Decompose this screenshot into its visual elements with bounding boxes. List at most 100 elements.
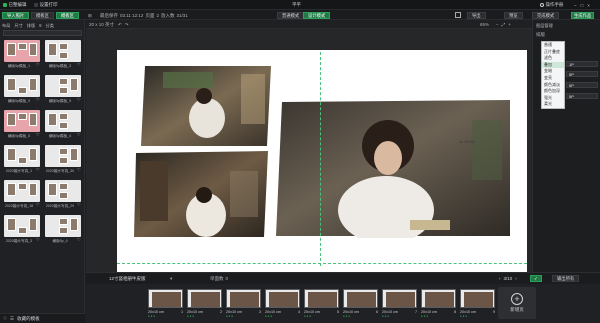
template-label: 横版5p模板_1 [7,63,31,68]
photo-right-page[interactable] [276,100,512,238]
template-thumb[interactable]: 横版5p模板_1 ♡ [4,40,40,69]
zoom-out-icon[interactable]: − [496,22,499,27]
favorite-heart-icon[interactable]: ♡ [77,238,81,242]
layer-item-1[interactable]: 1P [566,61,598,67]
minimize-icon[interactable]: – [574,3,577,8]
page-thumb[interactable]: 20x10 cm 6 ● ● ● [343,289,378,319]
maximize-icon[interactable]: □ [581,3,584,8]
add-page-button[interactable]: + 新增页 [498,287,536,319]
template-photo-slot [70,218,78,231]
template-thumb[interactable]: 横版5p_4 ♡ [45,215,81,244]
favorite-heart-icon[interactable]: ♡ [77,203,81,207]
blend-mode-option[interactable]: 变亮 [542,75,564,82]
favorite-heart-icon[interactable]: ♡ [36,203,40,207]
template-thumb[interactable]: 2020婚纱写真_29 ♡ [45,180,81,209]
book-type-label[interactable]: 12寸竖相册牛皮版 [109,276,146,282]
complete-button[interactable]: ✓ [530,275,542,282]
normal-mode-button[interactable]: 普通模式 [277,11,305,19]
page-thumb[interactable]: 20x10 cm 8 ● ● ● [421,289,456,319]
template-thumb[interactable]: 2020婚纱写真_18 ♡ [4,180,40,209]
template-thumb[interactable]: 2020婚纱写真_30 ♡ [45,145,81,174]
manual-link[interactable]: 操作手册 [540,2,564,8]
favorite-heart-icon[interactable]: ♡ [77,168,81,172]
tab-layout[interactable]: 布局 [2,23,10,29]
favorite-heart-icon[interactable]: ♡ [77,98,81,102]
redo-icon[interactable]: ↷ [125,22,129,28]
undo-icon[interactable]: ↶ [118,22,122,28]
template-filter-tabs: 布局 尺寸 排版 9 分类 [2,23,54,29]
favorite-heart-icon[interactable]: ♡ [36,98,40,102]
photo-bottom-left[interactable] [134,151,270,239]
tab-category[interactable]: 分类 [46,23,54,29]
template-preview [4,145,40,167]
page-thumb[interactable]: 20x10 cm 2 ● ● ● [187,289,222,319]
template-thumb[interactable]: 2020婚纱写真_1 ♡ [4,145,40,174]
close-icon[interactable]: × [587,3,590,8]
heart-icon[interactable]: ♡ [3,316,7,322]
page-thumb[interactable]: 20x10 cm 7 ● ● ● [382,289,417,319]
dropdown-icon[interactable]: ▾ [170,276,172,282]
template-thumb[interactable]: 横版5p模板_5 ♡ [4,110,40,139]
page-thumb[interactable]: 20x10 cm 5 ● ● ● [304,289,339,319]
prev-page-icon[interactable]: ‹ [499,276,501,281]
page-size: 20x10 cm [187,309,203,314]
smart-button[interactable]: 模板区 [31,11,54,19]
template-tab-button[interactable]: 模板区 [56,11,79,19]
page-thumb[interactable]: 20x10 cm 3 ● ● ● [226,289,261,319]
fit-icon[interactable]: ⤢ [502,22,506,27]
blend-mode-option[interactable]: 变暗 [542,68,564,75]
output-all-button[interactable]: 输出所有 [552,275,580,282]
complete-mode-button[interactable]: 完成模式 [532,11,560,19]
layer-item-2[interactable]: 5P [566,71,598,77]
page-thumb[interactable]: 20x10 cm 4 ● ● ● [265,289,300,319]
list-icon[interactable]: ☰ [10,316,14,322]
design-canvas-area[interactable]: 20 x 10 英寸 ↶ ↷ 65% − ⤢ + an old life [86,20,532,272]
template-search-input[interactable] [3,30,82,36]
zoom-level[interactable]: 65% [480,22,489,27]
page-photo-slot [210,292,220,307]
preview-button[interactable]: 预览 [504,11,523,19]
template-thumb[interactable]: 横版5p模板_3 ♡ [45,40,81,69]
template-thumb[interactable]: 横版5p模板_4 ♡ [45,110,81,139]
publish-button[interactable]: 生成作品 [571,11,595,19]
blend-mode-option[interactable]: 柔光 [542,101,564,108]
menu-edit[interactable]: 已整编辑 [3,2,27,8]
next-page-icon[interactable]: › [515,276,517,281]
template-photo-slot [7,218,16,231]
grid-icon[interactable]: ⊞ [88,13,92,19]
favorite-heart-icon[interactable]: ♡ [36,238,40,242]
layer-item-4[interactable]: 5P [566,93,598,99]
design-mode-button[interactable]: 设计模式 [303,11,331,19]
favorite-heart-icon[interactable]: ♡ [36,63,40,67]
fullscreen-icon[interactable] [455,12,461,18]
favorite-heart-icon[interactable]: ♡ [77,133,81,137]
zoom-in-icon[interactable]: + [508,22,511,27]
blend-mode-option[interactable]: 滤色 [542,55,564,62]
favorite-heart-icon[interactable]: ♡ [36,133,40,137]
blend-mode-option[interactable]: 普通 [542,42,564,49]
template-photo-slot [18,87,27,94]
favorite-heart-icon[interactable]: ♡ [77,63,81,67]
blend-mode-menu[interactable]: 普通 正片叠底 滤色 叠加 变暗 变亮 颜色减淡 颜色加深 强光 柔光 [541,41,565,109]
tab-arrange[interactable]: 排版 [27,23,35,29]
layer-item-3[interactable]: 5P [566,82,598,88]
title-bar: 已整编辑 设置打印 平平 操作手册 – □ × [0,0,600,10]
photo-top-left[interactable] [141,66,274,148]
template-thumb[interactable]: 横版5p模板_9 ♡ [45,75,81,104]
menu-print[interactable]: 设置打印 [34,2,58,8]
tab-size[interactable]: 尺寸 [14,23,22,29]
template-thumb[interactable]: 横版5p模板_9 ♡ [4,75,40,104]
import-photos-button[interactable]: 导入照片 [2,11,30,19]
template-photo-slot [18,113,27,120]
favorites-label[interactable]: 收藏的模板 [17,316,40,322]
favorite-heart-icon[interactable]: ♡ [36,168,40,172]
blend-mode-option[interactable]: 颜色加深 [542,88,564,95]
page-status-dots: ● ● ● [343,313,351,318]
template-thumb[interactable]: 2020婚纱写真_3 ♡ [4,215,40,244]
page-thumb[interactable]: 20x10 cm 1 ● ● ● [148,289,183,319]
page-thumb[interactable]: 20x10 cm 9 ● ● ● [460,289,495,319]
tab-count[interactable]: 9 [39,23,41,29]
page-label: 页面 [145,13,155,18]
export-button[interactable]: 导出 [467,11,486,19]
count-info: 单面数 0 [210,276,228,282]
